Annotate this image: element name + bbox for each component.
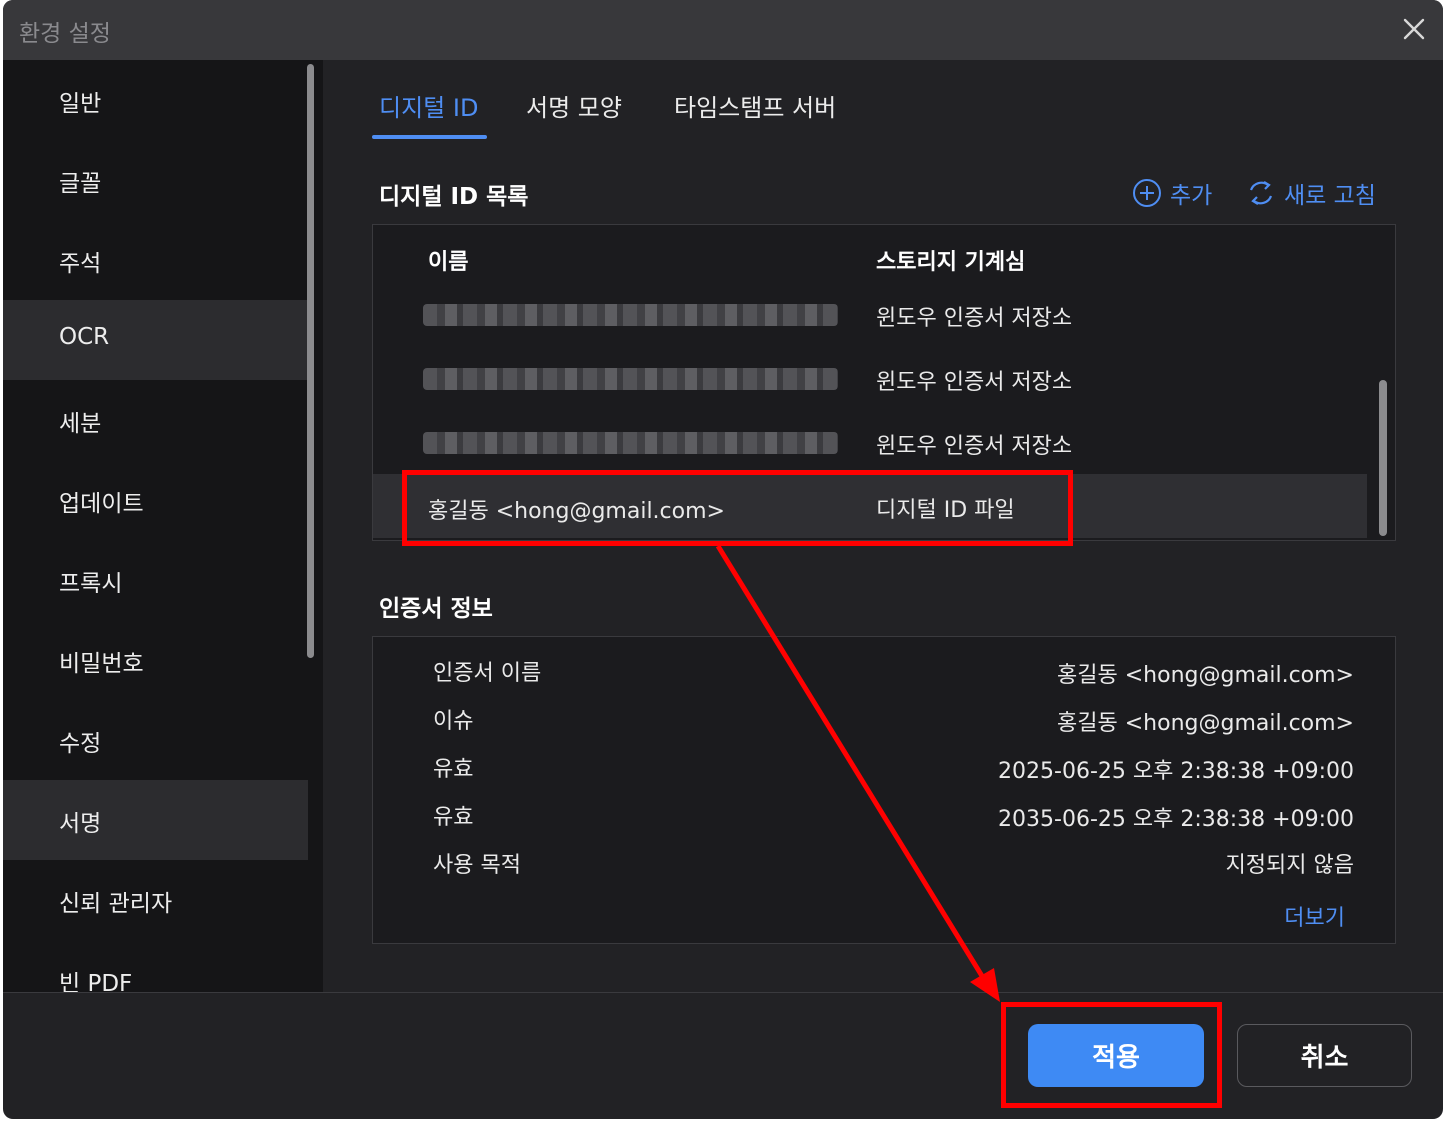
highlight-box-selected-row: [402, 470, 1073, 546]
blurred-id-name: [423, 432, 838, 454]
issuer-label: 이슈: [433, 709, 474, 734]
table-row-storage[interactable]: 윈도우 인증서 저장소: [876, 300, 1072, 332]
table-row-storage[interactable]: 윈도우 인증서 저장소: [876, 364, 1072, 396]
active-tab-indicator: [372, 135, 487, 139]
plus-circle-icon: [1133, 179, 1161, 207]
cancel-button[interactable]: 취소: [1237, 1024, 1412, 1087]
preferences-dialog: 환경 설정 일반 글꼴 주석 OCR 세분 업데이트 프록시 비밀번호 수정 서…: [3, 0, 1443, 1119]
footer-divider: [3, 992, 1443, 993]
sidebar-item-label: 프록시: [59, 571, 123, 597]
close-icon[interactable]: [1399, 14, 1429, 44]
table-scrollbar[interactable]: [1379, 380, 1387, 536]
sidebar-item-label: 글꼴: [59, 171, 102, 197]
blurred-id-name: [423, 304, 838, 326]
refresh-label: 새로 고침: [1284, 183, 1376, 209]
refresh-icon: [1249, 181, 1273, 205]
sidebar-item-label: 서명: [59, 811, 102, 837]
valid-from-value: 2025-06-25 오후 2:38:38 +09:00: [998, 759, 1354, 784]
cert-info-title: 인증서 정보: [379, 596, 493, 622]
dialog-title: 환경 설정: [19, 21, 111, 47]
tab-digital-id[interactable]: 디지털 ID: [379, 88, 478, 123]
highlight-box-apply: [1001, 1002, 1222, 1108]
sidebar-item-edit[interactable]: 수정: [3, 700, 308, 780]
sidebar-item-annotation[interactable]: 주석: [3, 220, 308, 300]
issuer-value: 홍길동 <hong@gmail.com>: [1057, 711, 1354, 736]
sidebar-item-general[interactable]: 일반: [3, 60, 308, 140]
sidebar-item-label: 빈 PDF: [59, 971, 133, 992]
sidebar-item-blank-pdf[interactable]: 빈 PDF: [3, 940, 308, 992]
sidebar-item-font[interactable]: 글꼴: [3, 140, 308, 220]
valid-to-label: 유효: [433, 805, 474, 830]
cert-name-label: 인증서 이름: [433, 661, 542, 686]
column-header-name: 이름: [428, 250, 469, 275]
valid-to-value: 2035-06-25 오후 2:38:38 +09:00: [998, 807, 1354, 832]
add-button[interactable]: 추가: [1132, 176, 1212, 210]
sidebar-item-label: 신뢰 관리자: [59, 891, 173, 917]
sidebar-item-label: 세분: [59, 411, 102, 437]
sidebar-item-label: 업데이트: [59, 491, 144, 517]
add-label: 추가: [1170, 183, 1213, 209]
blurred-id-name: [423, 368, 838, 390]
column-header-storage: 스토리지 기계심: [876, 250, 1026, 275]
sidebar-item-signature[interactable]: 서명: [3, 780, 308, 860]
valid-from-label: 유효: [433, 757, 474, 782]
sidebar-item-update[interactable]: 업데이트: [3, 460, 308, 540]
sidebar-item-detail[interactable]: 세분: [3, 380, 308, 460]
table-row-storage[interactable]: 윈도우 인증서 저장소: [876, 428, 1072, 460]
sidebar-item-ocr[interactable]: OCR: [3, 300, 308, 380]
id-list-title: 디지털 ID 목록: [379, 184, 529, 210]
more-link[interactable]: 더보기: [1284, 900, 1345, 932]
cert-name-value: 홍길동 <hong@gmail.com>: [1057, 663, 1354, 688]
refresh-button[interactable]: 새로 고침: [1246, 176, 1376, 210]
sidebar-item-label: OCR: [59, 324, 110, 350]
tab-timestamp-server[interactable]: 타임스탬프 서버: [674, 88, 836, 123]
sidebar-item-label: 주석: [59, 251, 102, 277]
sidebar-item-proxy[interactable]: 프록시: [3, 540, 308, 620]
sidebar-item-password[interactable]: 비밀번호: [3, 620, 308, 700]
tab-signature-appearance[interactable]: 서명 모양: [526, 88, 622, 123]
sidebar-item-label: 수정: [59, 731, 102, 757]
title-bar: 환경 설정: [3, 0, 1443, 60]
usage-value: 지정되지 않음: [1225, 853, 1354, 878]
usage-label: 사용 목적: [433, 853, 521, 878]
sidebar-item-label: 일반: [59, 91, 102, 117]
sidebar: 일반 글꼴 주석 OCR 세분 업데이트 프록시 비밀번호 수정 서명 신뢰 관…: [3, 60, 323, 992]
sidebar-scrollbar[interactable]: [307, 64, 314, 658]
sidebar-item-trust-manager[interactable]: 신뢰 관리자: [3, 860, 308, 940]
sidebar-item-label: 비밀번호: [59, 651, 144, 677]
